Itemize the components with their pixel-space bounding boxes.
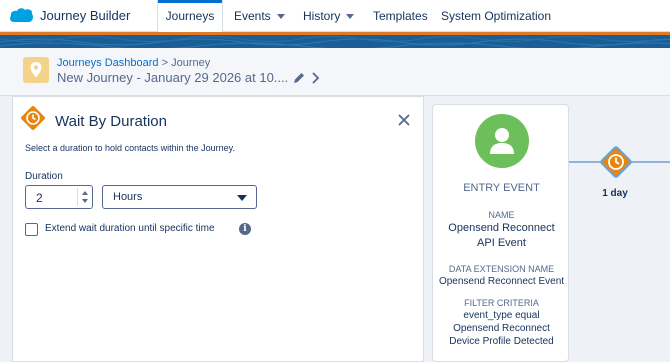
data-extension-value: Opensend Reconnect Event xyxy=(438,276,565,287)
duration-unit-value: Hours xyxy=(113,191,143,203)
step-down-icon[interactable] xyxy=(82,199,88,203)
app-name: Journey Builder xyxy=(40,7,131,23)
step-up-icon[interactable] xyxy=(82,191,88,195)
chevron-down-icon xyxy=(276,14,285,20)
clock-icon xyxy=(21,106,45,130)
chevron-right-icon[interactable] xyxy=(311,71,321,85)
extend-wait-checkbox[interactable] xyxy=(25,223,38,236)
duration-value: 2 xyxy=(36,191,43,205)
map-pin-icon xyxy=(23,57,49,83)
panel-description: Select a duration to hold contacts withi… xyxy=(25,143,235,153)
duration-unit-select[interactable]: Hours xyxy=(102,185,257,209)
close-icon[interactable] xyxy=(397,113,411,127)
name-label: NAME xyxy=(488,210,515,220)
tab-events[interactable]: Events xyxy=(234,0,286,32)
tab-journeys-label: Journeys xyxy=(165,9,215,23)
tab-journeys[interactable]: Journeys xyxy=(157,0,223,32)
filter-criteria-label: FILTER CRITERIA xyxy=(464,298,539,308)
tab-events-label: Events xyxy=(234,9,271,23)
journey-header: Journeys Dashboard > Journey New Journey… xyxy=(0,48,670,96)
tab-history[interactable]: History xyxy=(303,0,355,32)
tab-history-label: History xyxy=(303,9,341,23)
pencil-icon[interactable] xyxy=(292,71,306,85)
extend-wait-label[interactable]: Extend wait duration until specific time xyxy=(45,223,215,234)
topo-pattern xyxy=(0,36,670,48)
tab-system-optimization[interactable]: System Optimization xyxy=(441,0,561,32)
decorative-band xyxy=(0,32,670,48)
journey-title: New Journey - January 29 2026 at 10.... xyxy=(57,70,289,85)
chevron-down-icon xyxy=(237,195,247,201)
tab-system-optimization-label: System Optimization xyxy=(441,9,552,23)
brand[interactable]: Journey Builder xyxy=(8,6,130,24)
data-extension-label: DATA EXTENSION NAME xyxy=(448,264,555,274)
tab-templates-label: Templates xyxy=(373,9,428,23)
panel-title: Wait By Duration xyxy=(55,113,167,130)
breadcrumb-separator: > xyxy=(161,57,169,69)
filter-criteria-value: event_type equal Opensend Reconnect Devi… xyxy=(449,310,554,347)
duration-label: Duration xyxy=(25,171,63,182)
breadcrumb-current: Journey xyxy=(171,57,211,69)
salesforce-cloud-icon xyxy=(10,8,33,22)
breadcrumb-journeys-dashboard[interactable]: Journeys Dashboard xyxy=(57,57,159,69)
tab-templates[interactable]: Templates xyxy=(373,0,428,32)
duration-number-input[interactable]: 2 xyxy=(25,185,93,209)
entry-event-card[interactable]: ENTRY EVENT NAME Opensend Reconnect API … xyxy=(432,104,569,362)
wait-config-panel: Wait By Duration Select a duration to ho… xyxy=(12,96,424,362)
duration-stepper[interactable] xyxy=(77,188,91,206)
breadcrumb: Journeys Dashboard > Journey xyxy=(57,57,210,69)
top-navigation-bar: Journey Builder Journeys Events History … xyxy=(0,0,670,32)
wait-node-label: 1 day xyxy=(602,188,628,199)
person-icon xyxy=(475,114,529,168)
entry-event-title: ENTRY EVENT xyxy=(463,182,540,194)
wait-activity-node[interactable] xyxy=(598,144,634,180)
name-value: Opensend Reconnect API Event xyxy=(448,222,555,249)
info-icon[interactable]: i xyxy=(239,223,251,235)
chevron-down-icon xyxy=(346,14,355,20)
